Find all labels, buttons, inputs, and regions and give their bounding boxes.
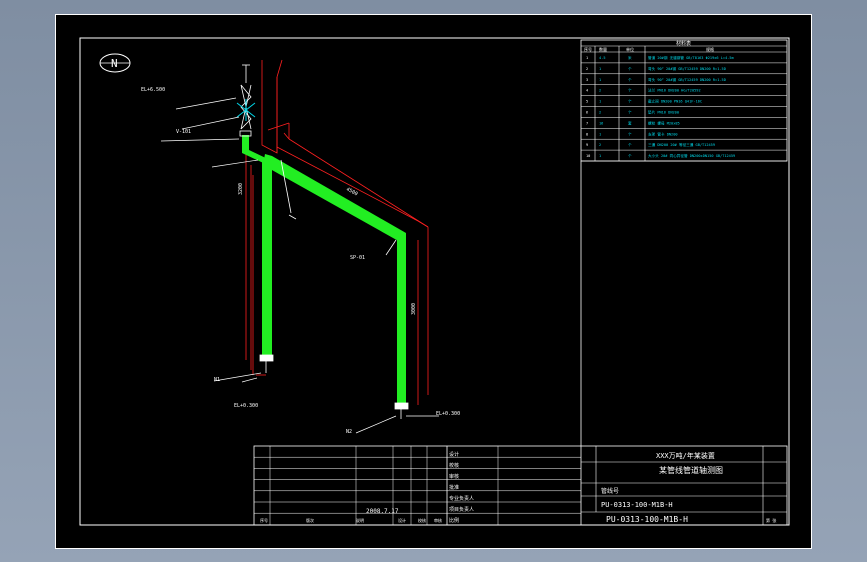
parts-cell-no: 2	[586, 67, 588, 71]
parts-cell-desc: 弯头 90° 20#钢 GB/T12459 DN200 R=1.5D	[648, 77, 726, 82]
parts-cell-unit: 个	[628, 66, 632, 71]
parts-header-no: 序号	[584, 46, 592, 52]
parts-cell-qty: 1	[599, 154, 601, 158]
parts-cell-desc: 法兰 PN16 DN200 HG/T20592	[648, 88, 701, 93]
elev-bottom-right: EL+0.300	[436, 411, 460, 417]
parts-cell-no: 8	[586, 132, 588, 136]
tb-col-desc: 说明	[356, 517, 364, 523]
tb-stamp-number: PU-0313-100-M1B-H	[606, 515, 688, 524]
tb-label-check: 校核	[449, 462, 459, 469]
parts-cell-no: 3	[586, 78, 588, 82]
parts-cell-unit: 个	[628, 153, 632, 158]
tb-date: 2008.7.17	[366, 508, 399, 515]
tb-drawing-name: 某管线管道轴测图	[659, 465, 723, 475]
parts-cell-desc: 支架 管卡 DN200	[648, 131, 678, 136]
parts-cell-unit: 个	[628, 88, 632, 93]
parts-cell-desc: 螺栓 螺母 M20x85	[648, 120, 680, 125]
pipe-isometric: EL+6.500 V-101 3200 4500 3000 EL+0.300 E…	[141, 59, 460, 435]
parts-cell-no: 6	[586, 111, 588, 115]
parts-cell-no: 5	[586, 100, 588, 104]
parts-cell-qty: 4.5	[599, 56, 606, 60]
pipe-run	[242, 135, 406, 408]
elev-top-label: EL+6.500	[141, 87, 165, 93]
parts-cell-qty: 1	[599, 100, 601, 104]
title-block: 设计 校核 审核 批准 专业负责人 项目负责人 比例 2008.7.17 序号 …	[253, 445, 788, 526]
parts-cell-no: 4	[586, 89, 588, 93]
dim-vertical-right: 3000	[411, 303, 417, 315]
parts-cell-unit: 套	[628, 120, 632, 125]
support-tag-label: SP-01	[350, 255, 365, 261]
parts-cell-no: 10	[586, 154, 590, 158]
tb-line-number: PU-0313-100-M1B-H	[601, 501, 673, 509]
tb-label-approve: 批准	[449, 484, 459, 491]
tb-label-pm: 项目负责人	[449, 506, 474, 513]
tb-label-review: 审核	[449, 473, 459, 480]
dim-vertical-left: 3200	[238, 183, 244, 195]
parts-cell-qty: 16	[599, 121, 603, 125]
parts-table: 材料表 序号 数量 单位 规格 1 4.5 米 管道 20#钢 无缝钢管 GB/T81…	[580, 39, 788, 446]
parts-table-title: 材料表	[676, 40, 691, 47]
parts-cell-unit: 个	[628, 110, 632, 115]
parts-header-desc: 规格	[706, 46, 714, 52]
tb-col-rev: 版次	[306, 517, 314, 523]
parts-cell-desc: 大小头 20# 同心异径管 DN200xDN150 GB/T12459	[648, 153, 735, 158]
parts-cell-no: 7	[586, 121, 588, 125]
parts-cell-no: 9	[586, 143, 588, 147]
parts-cell-desc: 垫片 PN16 DN200	[648, 110, 679, 115]
tb-project-line: XXX万吨/年某装置	[656, 451, 715, 460]
valve-icon	[236, 99, 256, 121]
cad-viewport: N EL+6.500 V-101 3200 4500 3000 EL+0.300…	[0, 0, 867, 562]
parts-cell-unit: 个	[628, 142, 632, 147]
parts-cell-qty: 2	[599, 143, 601, 147]
nozzle-right-label: N2	[346, 429, 352, 435]
tb-col-no: 序号	[260, 517, 268, 523]
parts-cell-qty: 1	[599, 132, 601, 136]
parts-cell-desc: 弯头 90° 20#钢 GB/T12459 DN200 R=1.5D	[648, 66, 726, 71]
parts-cell-desc: 管道 20#钢 无缝钢管 GB/T8163 Φ219x6 L=4.5m	[648, 55, 734, 60]
parts-cell-unit: 个	[628, 131, 632, 136]
parts-cell-unit: 个	[628, 99, 632, 104]
parts-cell-qty: 2	[599, 89, 601, 93]
nozzle-left-label: N1	[214, 377, 220, 383]
tb-col-checker: 校核	[418, 517, 426, 523]
parts-cell-no: 1	[586, 56, 588, 60]
parts-cell-desc: 截止阀 DN200 PN16 Q41F-16C	[648, 99, 702, 104]
parts-cell-unit: 米	[628, 55, 632, 60]
parts-cell-desc: 三通 DN200 20# 等径三通 GB/T12459	[648, 142, 715, 147]
parts-cell-qty: 2	[599, 111, 601, 115]
dim-horizontal: 4500	[345, 186, 358, 197]
parts-cell-qty: 1	[599, 78, 601, 82]
parts-header-unit: 单位	[626, 46, 634, 52]
tb-line-no-label: 管线号	[601, 487, 619, 495]
valve-tag-label: V-101	[176, 129, 191, 135]
tb-label-lead: 专业负责人	[449, 495, 474, 502]
north-label: N	[111, 57, 118, 70]
north-arrow-icon: N	[99, 53, 131, 73]
parts-header-qty: 数量	[599, 46, 607, 52]
tb-label-design: 设计	[449, 451, 459, 458]
tb-col-designer: 设计	[398, 517, 406, 523]
parts-cell-unit: 个	[628, 77, 632, 82]
parts-cell-qty: 1	[599, 67, 601, 71]
drawing-canvas: N EL+6.500 V-101 3200 4500 3000 EL+0.300…	[79, 37, 790, 526]
tb-scale-label: 比例	[449, 517, 459, 524]
drawing-sheet: N EL+6.500 V-101 3200 4500 3000 EL+0.300…	[55, 14, 812, 549]
tb-sheet-label: 第 张	[766, 517, 776, 523]
tb-col-reviewer: 审核	[434, 517, 442, 523]
elev-bottom-left: EL+0.300	[234, 403, 258, 409]
